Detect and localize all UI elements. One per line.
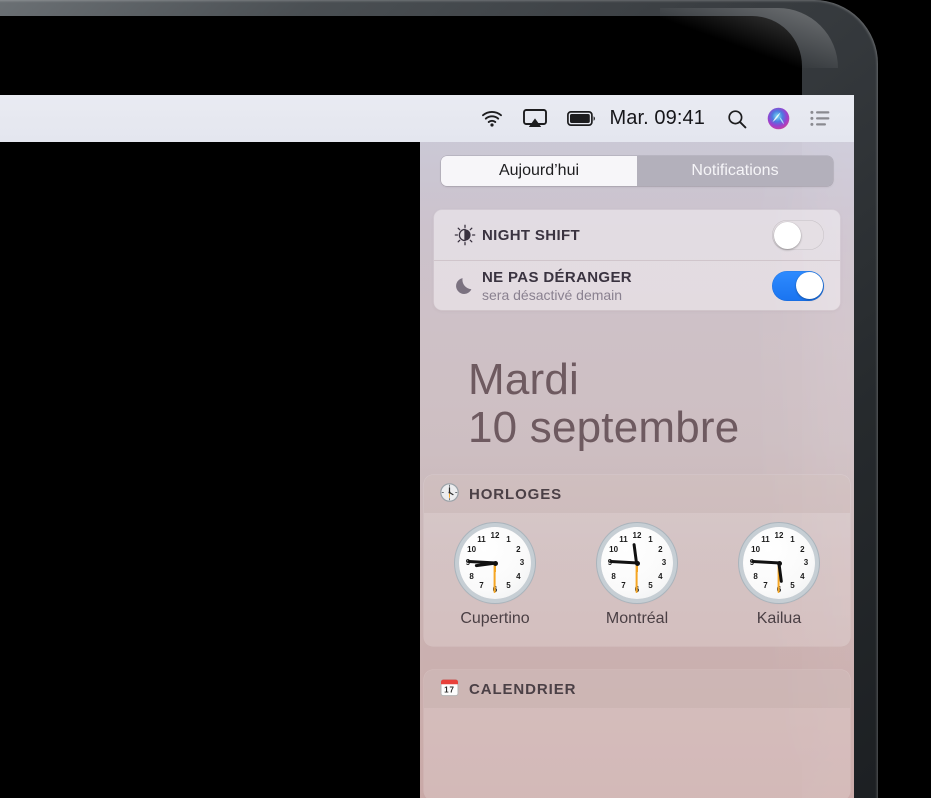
wifi-icon[interactable] [471, 95, 513, 142]
night-shift-toggle[interactable] [772, 220, 824, 250]
clock-numeral: 3 [661, 558, 667, 568]
moon-icon [448, 275, 482, 297]
do-not-disturb-subtitle: sera désactivé demain [482, 286, 623, 303]
widget-calendar-title: CALENDRIER [469, 680, 577, 698]
world-clock-item: 121234567891011Montréal [577, 527, 697, 628]
clock-center-pin [492, 560, 498, 566]
clock-numeral: 7 [763, 581, 768, 591]
clock-numeral: 12 [490, 531, 500, 541]
do-not-disturb-row[interactable]: NE PAS DÉRANGER sera désactivé demain [434, 260, 840, 310]
notification-center-panel: Aujourd’hui Notifications NIGHT SHIFT NE… [420, 142, 854, 798]
clock-face: 121234567891011 [743, 527, 815, 600]
clock-numeral: 4 [658, 571, 663, 581]
do-not-disturb-toggle-knob [795, 272, 823, 299]
clock-center-pin [634, 560, 640, 566]
date-block: Mardi 10 septembre [468, 356, 854, 451]
screen: Mar. 09:41 Aujourd’hui Notifications NIG… [0, 0, 931, 798]
notification-center-icon[interactable] [800, 95, 840, 142]
clock-numeral: 11 [761, 534, 770, 544]
clock-numeral: 7 [621, 581, 626, 591]
widget-world-clock-header: HORLOGES [424, 475, 850, 514]
clock-city-label: Montréal [605, 610, 669, 628]
clock-numeral: 1 [506, 534, 511, 544]
clock-numeral: 12 [774, 531, 784, 541]
clock-numeral: 11 [619, 534, 628, 544]
widget-calendar-header: 17 CALENDRIER [424, 670, 850, 709]
night-shift-toggle-knob [773, 221, 801, 249]
calendar-icon-day: 17 [444, 685, 455, 694]
clock-numeral: 2 [516, 544, 521, 554]
clock-face: 121234567891011 [601, 527, 673, 600]
calendar-icon: 17 [440, 678, 459, 701]
clock-center-pin [776, 560, 782, 566]
clock-numeral: 3 [803, 558, 809, 568]
clock-numeral: 1 [790, 534, 795, 544]
clock-numeral: 4 [516, 571, 521, 581]
date-daymonth: 10 septembre [468, 402, 740, 452]
widget-world-clock[interactable]: HORLOGES 121234567891011Cupertino1212345… [424, 475, 850, 647]
clock-numeral: 5 [790, 581, 795, 591]
clock-numeral: 1 [648, 534, 653, 544]
night-shift-row[interactable]: NIGHT SHIFT [434, 210, 840, 260]
date-dayname: Mardi [468, 355, 580, 404]
tab-notifications[interactable]: Notifications [637, 156, 833, 186]
do-not-disturb-label: NE PAS DÉRANGER [482, 268, 632, 286]
night-shift-sun-icon [448, 224, 482, 246]
clock-numeral: 7 [479, 581, 484, 591]
world-clock-list: 121234567891011Cupertino121234567891011M… [424, 527, 850, 628]
clock-numeral: 5 [648, 581, 653, 591]
clock-numeral: 12 [632, 531, 642, 541]
widget-calendar-body [424, 708, 850, 798]
world-clock-item: 121234567891011Kailua [719, 527, 839, 628]
clock-numeral: 10 [751, 544, 761, 554]
clock-city-label: Kailua [756, 610, 802, 628]
siri-icon[interactable] [757, 95, 800, 142]
clock-numeral: 2 [658, 544, 663, 554]
quick-toggles-card: NIGHT SHIFT NE PAS DÉRANGER sera désacti… [434, 210, 840, 310]
night-shift-label: NIGHT SHIFT [482, 226, 581, 244]
do-not-disturb-toggle[interactable] [772, 270, 824, 301]
clock-numeral: 8 [611, 571, 616, 581]
widget-world-clock-title: HORLOGES [469, 485, 563, 503]
widget-world-clock-body: 121234567891011Cupertino121234567891011M… [424, 513, 850, 646]
world-clock-icon [440, 482, 459, 506]
clock-numeral: 4 [800, 571, 805, 581]
spotlight-search-icon[interactable] [717, 95, 757, 142]
widget-calendar[interactable]: 17 CALENDRIER [424, 670, 850, 798]
clock-numeral: 10 [467, 544, 477, 554]
tab-today[interactable]: Aujourd’hui [441, 156, 637, 186]
notification-center-tabs: Aujourd’hui Notifications [441, 156, 833, 186]
world-clock-item: 121234567891011Cupertino [435, 527, 555, 628]
clock-numeral: 5 [506, 581, 511, 591]
battery-icon[interactable] [557, 95, 605, 142]
clock-numeral: 8 [469, 571, 474, 581]
clock-numeral: 3 [519, 558, 525, 568]
clock-face: 121234567891011 [459, 527, 531, 600]
clock-numeral: 10 [609, 544, 619, 554]
menu-bar: Mar. 09:41 [0, 95, 854, 142]
clock-city-label: Cupertino [460, 610, 530, 628]
airplay-icon[interactable] [513, 95, 557, 142]
clock-numeral: 2 [800, 544, 805, 554]
clock-numeral: 8 [753, 571, 758, 581]
menubar-clock[interactable]: Mar. 09:41 [605, 107, 717, 130]
clock-numeral: 11 [477, 534, 486, 544]
